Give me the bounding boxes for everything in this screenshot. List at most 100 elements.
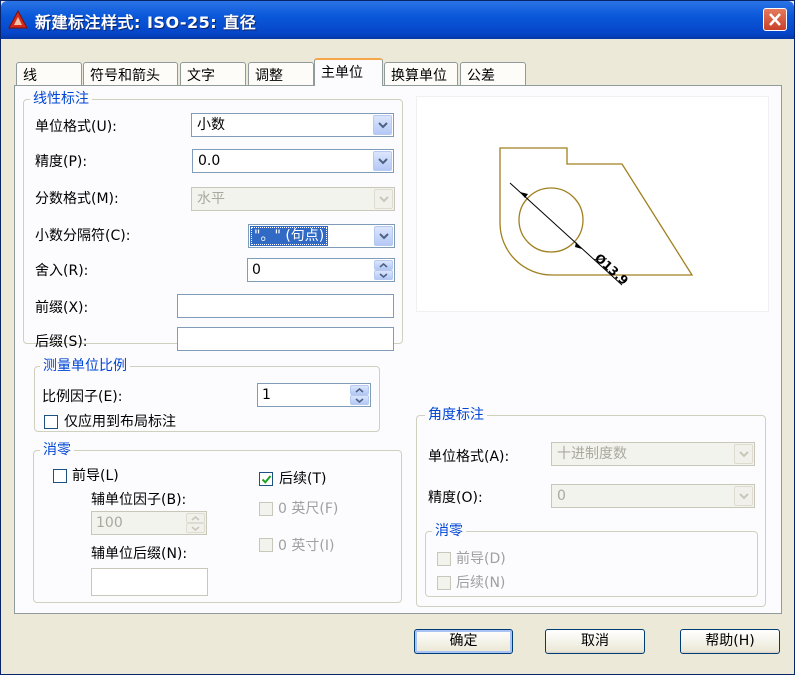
angular-leading-checkbox[interactable] [437,552,451,566]
zero-feet-label: 0 英尺(F) [278,501,339,517]
dropdown-button[interactable] [373,151,392,171]
group-title: 消零 [432,522,466,540]
chevron-down-icon [378,122,388,129]
zero-feet-checkbox[interactable] [259,502,273,516]
leading-zero-label: 前导(L) [72,468,119,484]
fraction-format-value: 水平 [197,191,225,207]
preview-pane: Ø13.9 [416,96,769,312]
tab-tolerances[interactable]: 公差 [460,62,526,85]
spin-buttons[interactable] [350,385,369,405]
spin-down-icon[interactable] [374,270,393,280]
sub-unit-factor-spinner[interactable]: 100 [91,511,207,535]
close-button[interactable] [763,8,787,31]
chevron-down-icon [378,158,388,165]
precision-label: 精度(P): [35,154,88,170]
suffix-input[interactable] [177,327,394,351]
preview-drawing: Ø13.9 [499,147,694,288]
chevron-down-icon [739,451,749,458]
angular-leading-label: 前导(D) [456,551,506,567]
scale-factor-value: 1 [262,387,271,403]
unit-format-value: 小数 [197,117,225,133]
angular-unit-format-label: 单位格式(A): [428,449,510,465]
tab-label: 文字 [187,68,215,84]
autocad-icon [8,10,28,29]
decimal-separator-value: "。" (句点) [250,226,329,246]
chevron-down-icon [739,493,749,500]
tab-label: 换算单位 [391,68,447,84]
angular-trailing-label: 后续(N) [456,575,506,591]
spin-down-icon[interactable] [186,523,205,533]
scale-factor-label: 比例因子(E): [42,389,123,405]
leading-zero-checkbox[interactable] [53,469,67,483]
zero-inches-label: 0 英寸(I) [278,538,335,554]
tab-symbols-arrows[interactable]: 符号和箭头 [83,62,178,85]
prefix-input[interactable] [177,294,394,318]
sub-unit-suffix-label: 辅单位后缀(N): [91,546,188,562]
layout-only-label: 仅应用到布局标注 [64,414,176,430]
layout-only-checkbox[interactable] [44,415,58,429]
dropdown-button[interactable] [374,189,393,209]
tab-primary-units[interactable]: 主单位 [314,58,383,86]
unit-format-label: 单位格式(U): [35,119,117,135]
angular-precision-label: 精度(O): [428,490,483,506]
precision-value: 0.0 [198,153,221,169]
angular-trailing-checkbox[interactable] [437,576,451,590]
tab-fit[interactable]: 调整 [248,62,314,85]
window-title: 新建标注样式: ISO-25: 直径 [35,13,257,32]
round-off-spinner[interactable]: 0 [247,258,395,282]
title-bar[interactable]: 新建标注样式: ISO-25: 直径 [1,1,794,39]
checkmark-icon [261,475,272,484]
angular-unit-format-select[interactable]: 十进制度数 [551,442,755,466]
tab-label: 调整 [255,68,283,84]
tab-lines[interactable]: 线 [16,62,82,85]
decimal-separator-label: 小数分隔符(C): [35,228,131,244]
spin-buttons[interactable] [374,260,393,280]
decimal-separator-select[interactable]: "。" (句点) [248,224,395,248]
spin-buttons[interactable] [186,513,205,533]
trailing-zero-label: 后续(T) [279,471,327,487]
spin-up-icon[interactable] [350,385,369,395]
angular-unit-format-value: 十进制度数 [557,446,627,462]
tab-label: 主单位 [321,65,363,81]
trailing-zero-checkbox[interactable] [259,472,273,486]
tab-label: 公差 [467,68,495,84]
group-title: 角度标注 [425,406,487,424]
fraction-format-select[interactable]: 水平 [191,187,395,211]
fraction-format-label: 分数格式(M): [35,191,119,207]
spin-down-icon[interactable] [350,395,369,405]
tab-label: 符号和箭头 [90,68,160,84]
dropdown-button[interactable] [374,226,393,246]
scale-factor-spinner[interactable]: 1 [257,383,371,407]
sub-unit-factor-label: 辅单位因子(B): [91,492,187,508]
dropdown-button[interactable] [734,486,753,506]
round-off-value: 0 [252,262,261,278]
dialog-window: 新建标注样式: ISO-25: 直径 线 符号和箭头 文字 调整 主单位 换算单… [0,0,795,675]
close-icon [769,13,781,26]
cancel-button[interactable]: 取消 [545,629,645,654]
angular-precision-select[interactable]: 0 [551,484,755,508]
spin-up-icon[interactable] [186,513,205,523]
suffix-label: 后缀(S): [35,334,88,350]
sub-unit-factor-value: 100 [96,515,123,531]
help-button[interactable]: 帮助(H) [680,629,780,654]
group-title: 线性标注 [30,90,92,108]
sub-unit-suffix-input[interactable] [91,568,208,596]
tab-text[interactable]: 文字 [180,62,246,85]
dimension-text: Ø13.9 [592,251,631,288]
dropdown-button[interactable] [734,444,753,464]
spin-up-icon[interactable] [374,260,393,270]
dropdown-button[interactable] [373,115,392,135]
unit-format-select[interactable]: 小数 [191,113,394,137]
tab-label: 线 [23,68,37,84]
chevron-down-icon [379,233,389,240]
precision-select[interactable]: 0.0 [192,149,394,173]
group-title: 消零 [40,441,74,459]
prefix-label: 前缀(X): [35,300,89,316]
round-off-label: 舍入(R): [35,263,89,279]
angular-precision-value: 0 [557,488,566,504]
tab-alternate-units[interactable]: 换算单位 [384,62,458,85]
ok-button[interactable]: 确定 [414,629,513,654]
zero-inches-checkbox[interactable] [259,538,273,552]
chevron-down-icon [379,196,389,203]
group-title: 测量单位比例 [40,357,130,375]
